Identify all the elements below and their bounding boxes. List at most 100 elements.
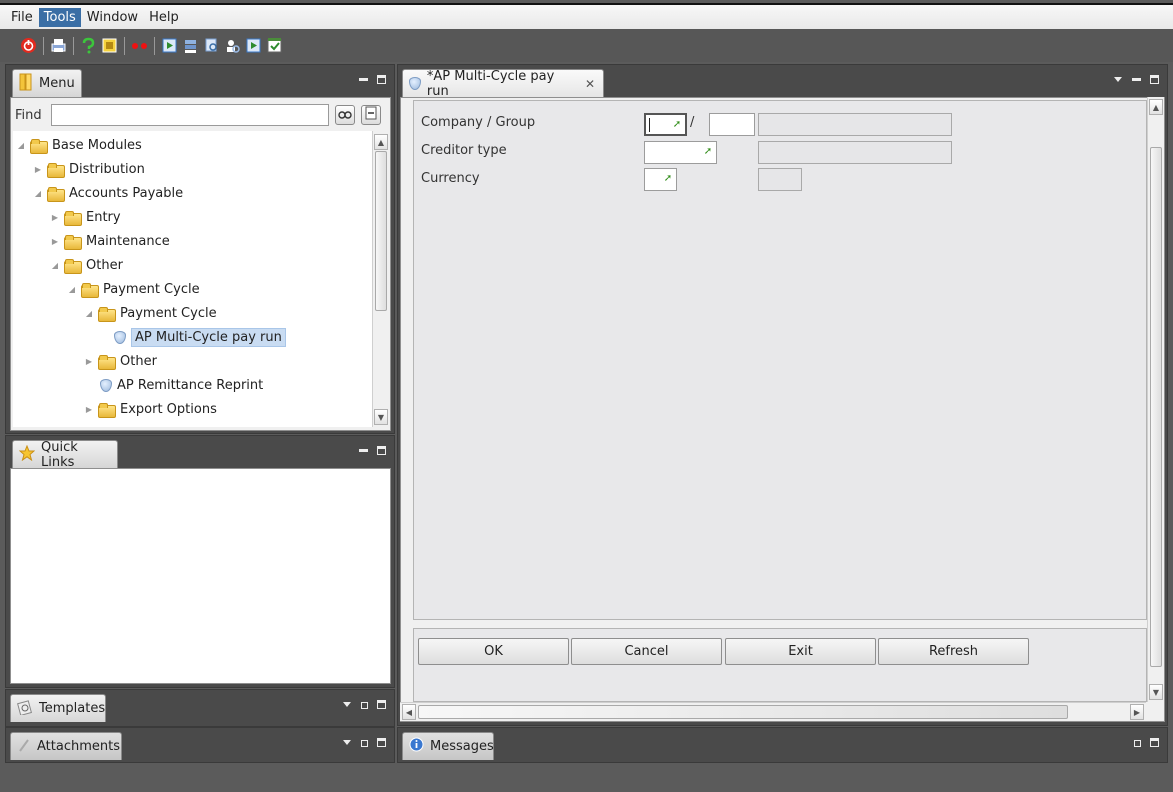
maximize-icon[interactable] [377,700,386,709]
maximize-icon[interactable] [1150,75,1159,84]
tree-item-other-sub[interactable]: ▶ Other [85,350,157,372]
tree-item-label: Maintenance [86,233,170,249]
run-icon[interactable] [161,37,178,54]
record-red-icon[interactable] [131,37,148,54]
view-menu-icon[interactable] [1114,75,1123,84]
tab-templates[interactable]: Templates [10,694,106,722]
editor-vertical-scrollbar[interactable]: ▲ ▼ [1147,97,1164,702]
menu-tools[interactable]: Tools [38,7,81,27]
scroll-thumb[interactable] [1150,147,1162,667]
tree-item-entry[interactable]: ▶ Entry [51,206,121,228]
menu-file[interactable]: File [6,8,38,27]
toolbar [0,29,1173,62]
scroll-thumb[interactable] [375,151,387,311]
button-area: OK Cancel Exit Refresh [413,628,1147,702]
currency-field[interactable]: ➚ [644,168,677,191]
collapsed-arrow-icon[interactable]: ▶ [85,357,93,366]
minimize-icon[interactable] [359,75,368,84]
tree-item-ap-remittance-reprint[interactable]: AP Remittance Reprint [100,374,263,396]
refresh-button[interactable]: Refresh [878,638,1029,665]
tree-item-maintenance[interactable]: ▶ Maintenance [51,230,170,252]
expanded-arrow-icon[interactable]: ◢ [68,285,76,294]
scroll-down-icon[interactable]: ▼ [374,409,388,425]
expanded-arrow-icon[interactable]: ◢ [51,261,59,270]
tree-item-label: Other [120,353,157,369]
tab-attachments[interactable]: Attachments [10,732,122,760]
program-shield-icon [409,77,421,90]
folder-icon [64,210,82,226]
user-search-icon[interactable] [224,37,241,54]
checklist-icon[interactable] [266,37,283,54]
lookup-arrow-icon[interactable]: ➚ [662,173,674,185]
creditor-type-field[interactable]: ➚ [644,141,717,164]
database-icon[interactable] [182,37,199,54]
collapsed-arrow-icon[interactable]: ▶ [85,405,93,414]
search-doc-icon[interactable] [203,37,220,54]
horizontal-scroll-thumb[interactable] [418,705,1068,719]
folder-icon [98,354,116,370]
power-icon[interactable] [20,37,37,54]
menu-tree-scrollbar[interactable]: ▲ ▼ [372,131,389,427]
minimize-icon[interactable] [359,446,368,455]
menu-panel-controls [359,75,386,84]
tree-item-accounts-payable[interactable]: ◢ Accounts Payable [34,182,183,204]
scroll-down-icon[interactable]: ▼ [1149,684,1163,700]
find-input[interactable] [51,104,329,126]
scroll-up-icon[interactable]: ▲ [1149,99,1163,115]
menu-window[interactable]: Window [82,8,143,27]
editor-horizontal-scrollbar[interactable]: ◀ ▶ [400,702,1146,721]
tree-item-label: Export Options [120,401,217,417]
expanded-arrow-icon[interactable]: ◢ [34,189,42,198]
currency-label: Currency [421,171,480,186]
maximize-icon[interactable] [377,75,386,84]
cancel-button[interactable]: Cancel [571,638,722,665]
collapsed-arrow-icon[interactable]: ▶ [34,165,42,174]
restore-icon[interactable] [361,740,368,747]
group-field[interactable] [709,113,755,136]
expanded-arrow-icon[interactable]: ◢ [85,309,93,318]
lookup-arrow-icon[interactable]: ➚ [702,146,714,158]
tree-item-base-modules[interactable]: ◢ Base Modules [17,134,142,156]
tab-messages-label: Messages [430,739,494,754]
close-icon[interactable]: ✕ [585,77,595,91]
company-field[interactable]: ➚ [644,113,687,136]
tab-ap-multi-cycle-pay-run[interactable]: *AP Multi-Cycle pay run ✕ [402,69,604,99]
tab-messages[interactable]: Messages [402,732,494,760]
tab-menu[interactable]: Menu [12,69,82,97]
tree-item-distribution[interactable]: ▶ Distribution [34,158,145,180]
menu-tree: ◢ Base Modules ▶ Distribution ◢ Accounts… [13,131,372,427]
collapsed-arrow-icon[interactable]: ▶ [51,237,59,246]
tree-item-export-options[interactable]: ▶ Export Options [85,398,217,420]
tab-quick-links[interactable]: Quick Links [12,440,118,470]
maximize-icon[interactable] [377,738,386,747]
lookup-arrow-icon[interactable]: ➚ [671,119,683,131]
scroll-up-icon[interactable]: ▲ [374,134,388,150]
collapse-all-button[interactable] [361,105,381,125]
restore-icon[interactable] [1134,740,1141,747]
restore-icon[interactable] [361,702,368,709]
maximize-icon[interactable] [1150,738,1159,747]
exit-button[interactable]: Exit [725,638,876,665]
view-menu-icon[interactable] [343,700,352,709]
help-icon[interactable] [80,37,97,54]
scroll-left-icon[interactable]: ◀ [402,704,416,720]
menu-help[interactable]: Help [144,8,184,27]
report-icon[interactable] [101,37,118,54]
ok-button[interactable]: OK [418,638,569,665]
tree-item-payment-cycle-sub[interactable]: ◢ Payment Cycle [85,302,217,324]
tree-item-other[interactable]: ◢ Other [51,254,123,276]
messages-controls [1134,738,1159,747]
print-icon[interactable] [50,37,67,54]
view-menu-icon[interactable] [343,738,352,747]
currency-description [758,168,802,191]
collapsed-arrow-icon[interactable]: ▶ [51,213,59,222]
run-report-icon[interactable] [245,37,262,54]
tab-attachments-label: Attachments [37,739,120,754]
maximize-icon[interactable] [377,446,386,455]
tree-item-ap-multi-cycle-pay-run[interactable]: AP Multi-Cycle pay run [114,326,286,348]
expanded-arrow-icon[interactable]: ◢ [17,141,25,150]
scroll-right-icon[interactable]: ▶ [1130,704,1144,720]
minimize-icon[interactable] [1132,75,1141,84]
binoculars-button[interactable] [335,105,355,125]
tree-item-payment-cycle[interactable]: ◢ Payment Cycle [68,278,200,300]
